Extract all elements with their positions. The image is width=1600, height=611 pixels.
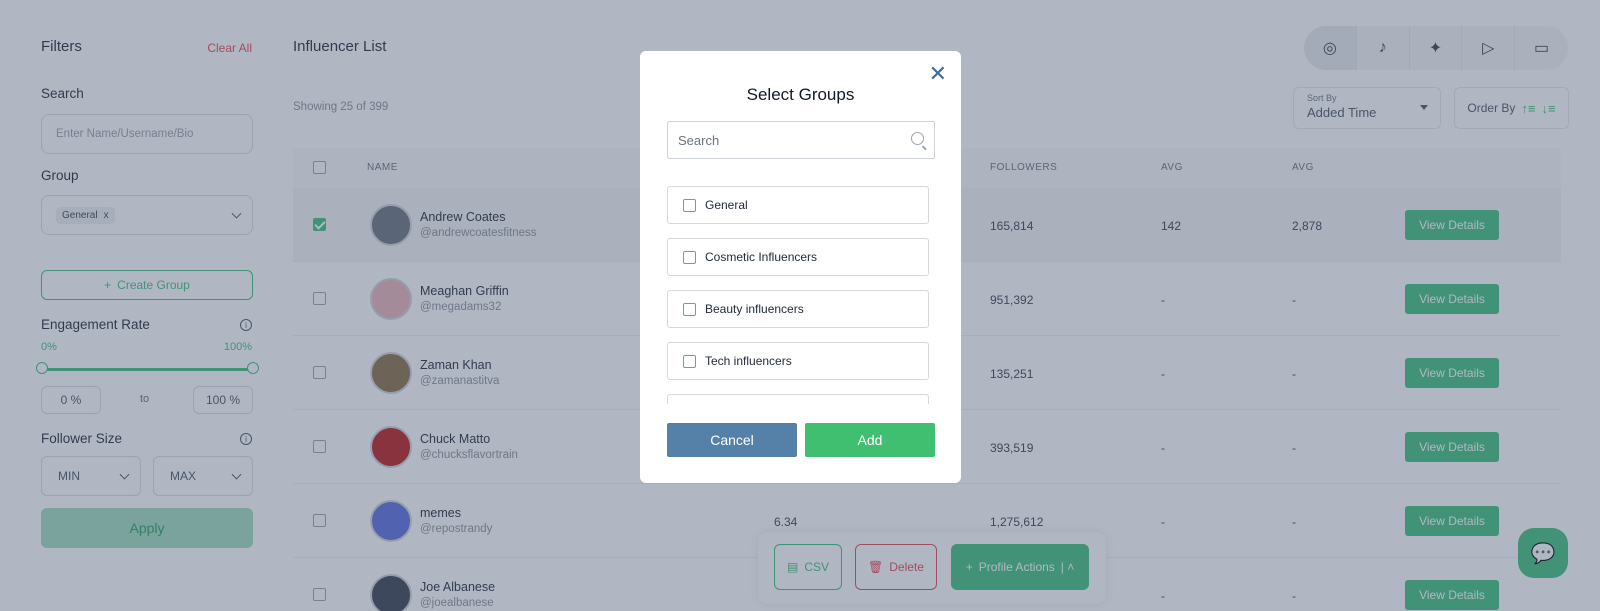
group-checkbox[interactable] <box>683 198 696 212</box>
group-option[interactable]: General <box>667 186 929 224</box>
group-option-label: Tech influencers <box>705 354 792 368</box>
group-search-input[interactable]: Search <box>667 121 935 159</box>
group-option-partial[interactable] <box>667 394 929 404</box>
group-list[interactable]: General Cosmetic Influencers Beauty infl… <box>667 186 929 404</box>
group-option-label: General <box>705 198 748 212</box>
group-option[interactable]: Beauty influencers <box>667 290 929 328</box>
cancel-button[interactable]: Cancel <box>667 423 797 457</box>
select-groups-modal: ✕ Select Groups Search General Cosmetic … <box>640 51 961 483</box>
group-search-placeholder: Search <box>678 132 720 148</box>
group-checkbox[interactable] <box>683 302 696 316</box>
modal-title: Select Groups <box>746 85 855 104</box>
group-option[interactable]: Cosmetic Influencers <box>667 238 929 276</box>
add-button[interactable]: Add <box>805 423 935 457</box>
close-icon[interactable]: ✕ <box>929 63 947 85</box>
search-icon <box>911 132 924 145</box>
group-checkbox[interactable] <box>683 354 696 368</box>
group-option-label: Beauty influencers <box>705 302 804 316</box>
group-option[interactable]: Tech influencers <box>667 342 929 380</box>
group-option-label: Cosmetic Influencers <box>705 250 818 264</box>
group-checkbox[interactable] <box>683 250 696 264</box>
